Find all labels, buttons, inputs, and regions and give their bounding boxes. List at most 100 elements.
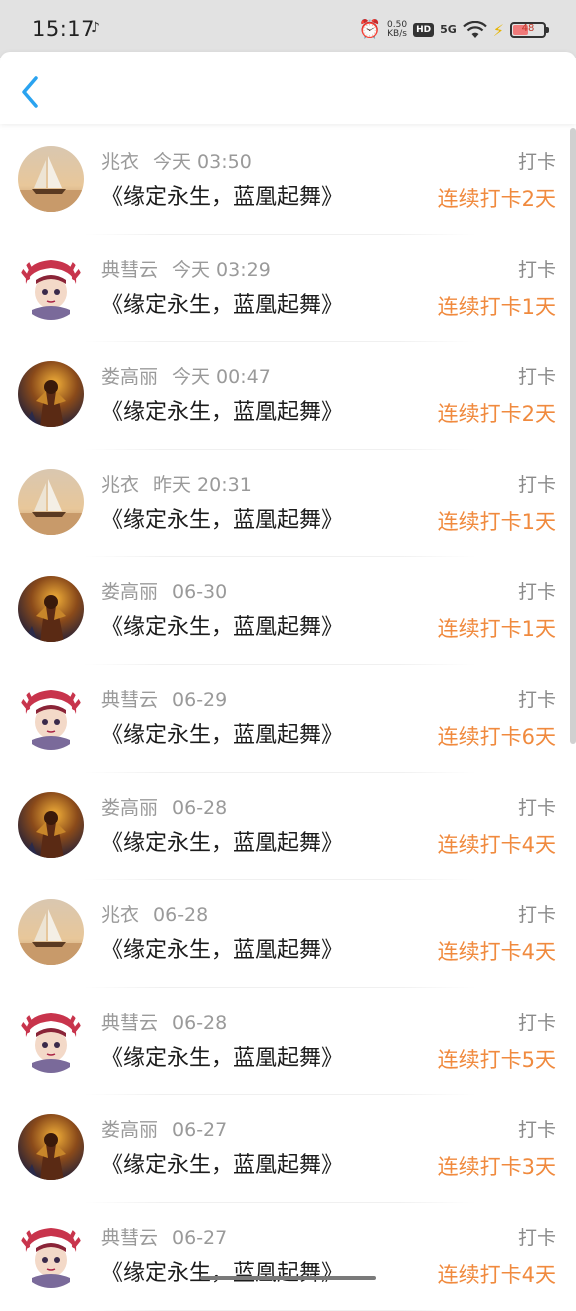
streak-label: 连续打卡5天 (438, 1044, 556, 1074)
sailboat-avatar[interactable] (18, 146, 84, 212)
status-bar: 15:17 ♪ ⏰ 0.50 KB/s HD 5G ⚡ 48 (0, 0, 576, 58)
home-indicator[interactable] (200, 1276, 376, 1280)
record-time: 06-29 (172, 689, 227, 711)
book-title: 《缘定永生，蓝凰起舞》 (101, 179, 343, 211)
book-title: 《缘定永生，蓝凰起舞》 (101, 932, 343, 964)
divider (84, 1310, 476, 1311)
record-type: 打卡 (518, 1115, 556, 1142)
book-title: 《缘定永生，蓝凰起舞》 (101, 287, 343, 319)
user-name[interactable]: 兆衣 (101, 904, 139, 926)
record-time: 06-28 (153, 904, 208, 926)
user-name[interactable]: 典彗云 (101, 689, 158, 711)
record-type: 打卡 (518, 1223, 556, 1250)
status-icons: ⏰ 0.50 KB/s HD 5G ⚡ 48 (359, 18, 546, 42)
user-meta: 娄高丽 06-27 (101, 1115, 227, 1142)
book-title: 《缘定永生，蓝凰起舞》 (101, 1040, 343, 1072)
user-name[interactable]: 典彗云 (101, 259, 158, 281)
book-title: 《缘定永生，蓝凰起舞》 (101, 394, 343, 426)
record-time: 今天 03:29 (172, 259, 271, 281)
network-speed-unit: KB/s (387, 30, 407, 39)
user-name[interactable]: 兆衣 (101, 474, 139, 496)
record-type: 打卡 (518, 147, 556, 174)
record-time: 06-30 (172, 581, 227, 603)
user-meta: 娄高丽 06-30 (101, 577, 227, 604)
user-meta: 兆衣今天 03:50 (101, 147, 252, 174)
streak-label: 连续打卡2天 (438, 398, 556, 428)
user-name[interactable]: 典彗云 (101, 1012, 158, 1034)
streak-label: 连续打卡1天 (438, 506, 556, 536)
user-meta: 典彗云今天 03:29 (101, 255, 271, 282)
streak-label: 连续打卡1天 (438, 291, 556, 321)
book-title: 《缘定永生，蓝凰起舞》 (101, 1255, 343, 1287)
user-meta: 兆衣 06-28 (101, 900, 208, 927)
record-time: 06-28 (172, 797, 227, 819)
charging-icon: ⚡ (493, 21, 504, 40)
alarm-icon: ⏰ (359, 21, 381, 39)
warrior-avatar[interactable] (18, 361, 84, 427)
checkin-record[interactable]: 典彗云今天 03:29《缘定永生，蓝凰起舞》打卡连续打卡1天 (0, 235, 576, 343)
chevron-left-icon (14, 72, 48, 112)
book-title: 《缘定永生，蓝凰起舞》 (101, 717, 343, 749)
book-title: 《缘定永生，蓝凰起舞》 (101, 825, 343, 857)
hd-icon: HD (413, 23, 434, 37)
record-type: 打卡 (518, 577, 556, 604)
sailboat-avatar[interactable] (18, 899, 84, 965)
music-note-icon: ♪ (91, 20, 100, 36)
record-type: 打卡 (518, 470, 556, 497)
book-title: 《缘定永生，蓝凰起舞》 (101, 1147, 343, 1179)
warrior-avatar[interactable] (18, 792, 84, 858)
record-type: 打卡 (518, 793, 556, 820)
back-button[interactable] (14, 72, 48, 112)
user-meta: 娄高丽 06-28 (101, 793, 227, 820)
streak-label: 连续打卡4天 (438, 936, 556, 966)
checkin-record[interactable]: 娄高丽06-30《缘定永生，蓝凰起舞》打卡连续打卡1天 (0, 557, 576, 665)
checkin-record[interactable]: 娄高丽今天 00:47 《缘定永生，蓝凰起舞》 打卡连续打卡2天 (0, 342, 576, 450)
battery-level: 48 (512, 23, 544, 34)
warrior-avatar[interactable] (18, 1114, 84, 1180)
record-time: 06-27 (172, 1119, 227, 1141)
book-title: 《缘定永生，蓝凰起舞》 (101, 609, 343, 641)
cartoon-girl-avatar[interactable] (18, 684, 84, 750)
user-meta: 典彗云 06-29 (101, 685, 227, 712)
record-time: 昨天 20:31 (153, 474, 252, 496)
user-name[interactable]: 娄高丽 (101, 1119, 158, 1141)
checkin-record[interactable]: 兆衣昨天 20:31《缘定永生，蓝凰起舞》打卡连续打卡1天 (0, 450, 576, 558)
checkin-list: 兆衣今天 03:50《缘定永生，蓝凰起舞》打卡连续打卡2天典彗云今天 03:29… (0, 127, 576, 1311)
record-time: 今天 03:50 (153, 151, 252, 173)
user-name[interactable]: 娄高丽 (101, 797, 158, 819)
checkin-record[interactable]: 娄高丽06-28《缘定永生，蓝凰起舞》打卡连续打卡4天 (0, 773, 576, 881)
record-time: 今天 00:47 (172, 366, 271, 388)
sailboat-avatar[interactable] (18, 469, 84, 535)
signal-5g-icon: 5G (440, 25, 457, 35)
network-speed: 0.50 KB/s (387, 21, 407, 39)
nav-bar (0, 52, 576, 124)
warrior-avatar[interactable] (18, 576, 84, 642)
checkin-record[interactable]: 娄高丽 06-27 《缘定永生，蓝凰起舞》 打卡连续打卡3天 (0, 1095, 576, 1203)
checkin-record[interactable]: 兆衣06-28《缘定永生，蓝凰起舞》打卡连续打卡4天 (0, 880, 576, 988)
user-name[interactable]: 典彗云 (101, 1227, 158, 1249)
checkin-record[interactable]: 典彗云 06-29 《缘定永生，蓝凰起舞》 打卡连续打卡6天 (0, 665, 576, 773)
cartoon-girl-avatar[interactable] (18, 1222, 84, 1288)
scrollbar[interactable] (570, 128, 576, 744)
checkin-record[interactable]: 典彗云06-28《缘定永生，蓝凰起舞》打卡连续打卡5天 (0, 988, 576, 1096)
streak-label: 连续打卡3天 (438, 1151, 556, 1181)
status-time: 15:17 (32, 17, 95, 41)
user-name[interactable]: 娄高丽 (101, 366, 158, 388)
streak-label: 连续打卡4天 (438, 1259, 556, 1289)
cartoon-girl-avatar[interactable] (18, 254, 84, 320)
cartoon-girl-avatar[interactable] (18, 1007, 84, 1073)
user-meta: 娄高丽今天 00:47 (101, 362, 271, 389)
streak-label: 连续打卡2天 (438, 183, 556, 213)
streak-label: 连续打卡6天 (438, 721, 556, 751)
user-name[interactable]: 兆衣 (101, 151, 139, 173)
record-time: 06-27 (172, 1227, 227, 1249)
record-type: 打卡 (518, 362, 556, 389)
battery-icon: 48 (510, 22, 546, 38)
record-type: 打卡 (518, 1008, 556, 1035)
wifi-icon (463, 21, 487, 39)
record-type: 打卡 (518, 685, 556, 712)
checkin-record[interactable]: 兆衣今天 03:50 《缘定永生，蓝凰起舞》 打卡连续打卡2天 (0, 127, 576, 235)
checkin-record[interactable]: 典彗云 06-27 《缘定永生，蓝凰起舞》 打卡连续打卡4天 (0, 1203, 576, 1311)
user-name[interactable]: 娄高丽 (101, 581, 158, 603)
user-meta: 兆衣昨天 20:31 (101, 470, 252, 497)
